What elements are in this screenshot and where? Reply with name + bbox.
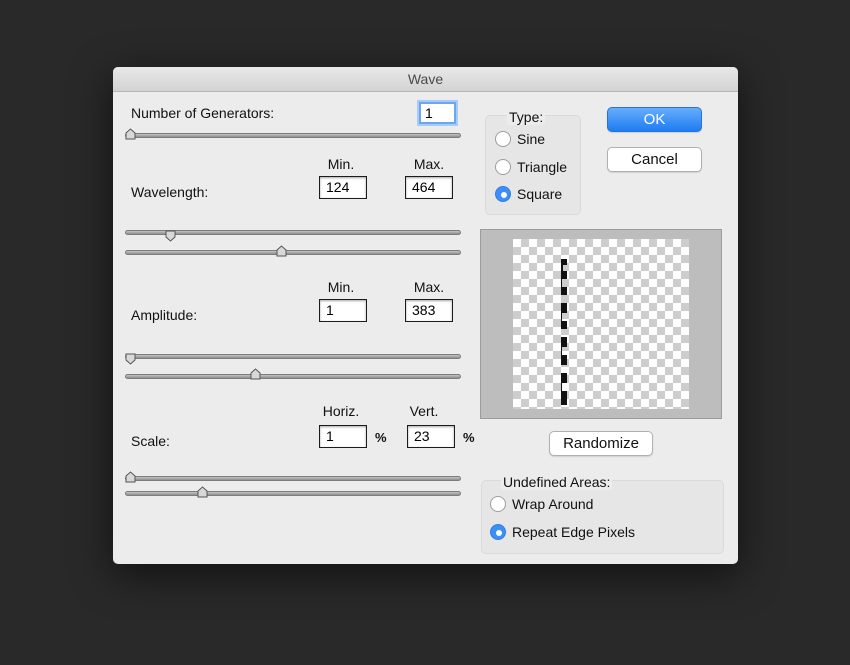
wavelength-max-slider[interactable] (125, 250, 461, 255)
generators-field[interactable]: 1 (419, 102, 456, 124)
scale-horiz-slider[interactable] (125, 476, 461, 481)
scale-vert-slider[interactable] (125, 491, 461, 496)
preview-distorted-image (561, 259, 567, 405)
repeat-edge-pixels-label: Repeat Edge Pixels (512, 524, 635, 541)
ok-button[interactable]: OK (607, 107, 702, 132)
generators-slider-thumb[interactable] (125, 128, 136, 140)
amplitude-max-slider[interactable] (125, 374, 461, 379)
amplitude-min-slider-thumb[interactable] (125, 353, 136, 365)
wavelength-min-field[interactable]: 124 (319, 176, 367, 199)
wavelength-label: Wavelength: (131, 184, 209, 200)
repeat-edge-pixels-option[interactable]: Repeat Edge Pixels (490, 523, 635, 543)
amplitude-max-slider-thumb[interactable] (250, 368, 261, 380)
scale-vert-field[interactable]: 23 (407, 425, 455, 448)
wavelength-min-slider-thumb[interactable] (165, 230, 176, 242)
scale-horiz-slider-thumb[interactable] (125, 471, 136, 483)
randomize-button[interactable]: Randomize (549, 431, 653, 456)
type-legend: Type: (507, 109, 546, 125)
amplitude-min-field[interactable]: 1 (319, 299, 367, 322)
type-triangle-radio[interactable] (495, 159, 511, 176)
wave-dialog: Wave Number of Generators: 1 Min. Max. W… (113, 67, 738, 564)
generators-slider[interactable] (125, 133, 461, 138)
cancel-button[interactable]: Cancel (607, 147, 702, 172)
type-sine-label: Sine (517, 131, 546, 148)
amplitude-max-field[interactable]: 383 (405, 299, 453, 322)
wavelength-max-field[interactable]: 464 (405, 176, 453, 199)
wrap-around-radio[interactable] (490, 496, 506, 513)
scale-label: Scale: (131, 433, 170, 449)
generators-label: Number of Generators: (131, 105, 275, 121)
amplitude-min-header: Min. (327, 279, 355, 295)
preview-transparency-grid (513, 239, 689, 409)
wavelength-max-header: Max. (413, 156, 445, 172)
type-triangle-option[interactable]: Triangle (495, 158, 567, 178)
scale-vert-slider-thumb[interactable] (197, 486, 208, 498)
wavelength-min-header: Min. (327, 156, 355, 172)
undefined-areas-legend: Undefined Areas: (501, 474, 613, 490)
type-triangle-label: Triangle (517, 159, 568, 176)
scale-horiz-header: Horiz. (322, 403, 360, 419)
window-title: Wave (113, 67, 738, 92)
scale-vert-unit: % (463, 430, 475, 445)
amplitude-max-header: Max. (413, 279, 445, 295)
type-square-label: Square (517, 186, 563, 203)
type-square-option[interactable]: Square (495, 185, 562, 205)
type-sine-radio[interactable] (495, 131, 511, 148)
wavelength-max-slider-thumb[interactable] (276, 245, 287, 257)
repeat-edge-pixels-radio[interactable] (490, 524, 506, 541)
wrap-around-label: Wrap Around (512, 496, 594, 513)
type-square-radio[interactable] (495, 186, 511, 203)
amplitude-min-slider[interactable] (125, 354, 461, 359)
wrap-around-option[interactable]: Wrap Around (490, 495, 593, 515)
scale-vert-header: Vert. (409, 403, 439, 419)
type-sine-option[interactable]: Sine (495, 130, 545, 150)
scale-horiz-unit: % (375, 430, 387, 445)
scale-horiz-field[interactable]: 1 (319, 425, 367, 448)
wave-preview (480, 229, 722, 419)
amplitude-label: Amplitude: (131, 307, 198, 323)
